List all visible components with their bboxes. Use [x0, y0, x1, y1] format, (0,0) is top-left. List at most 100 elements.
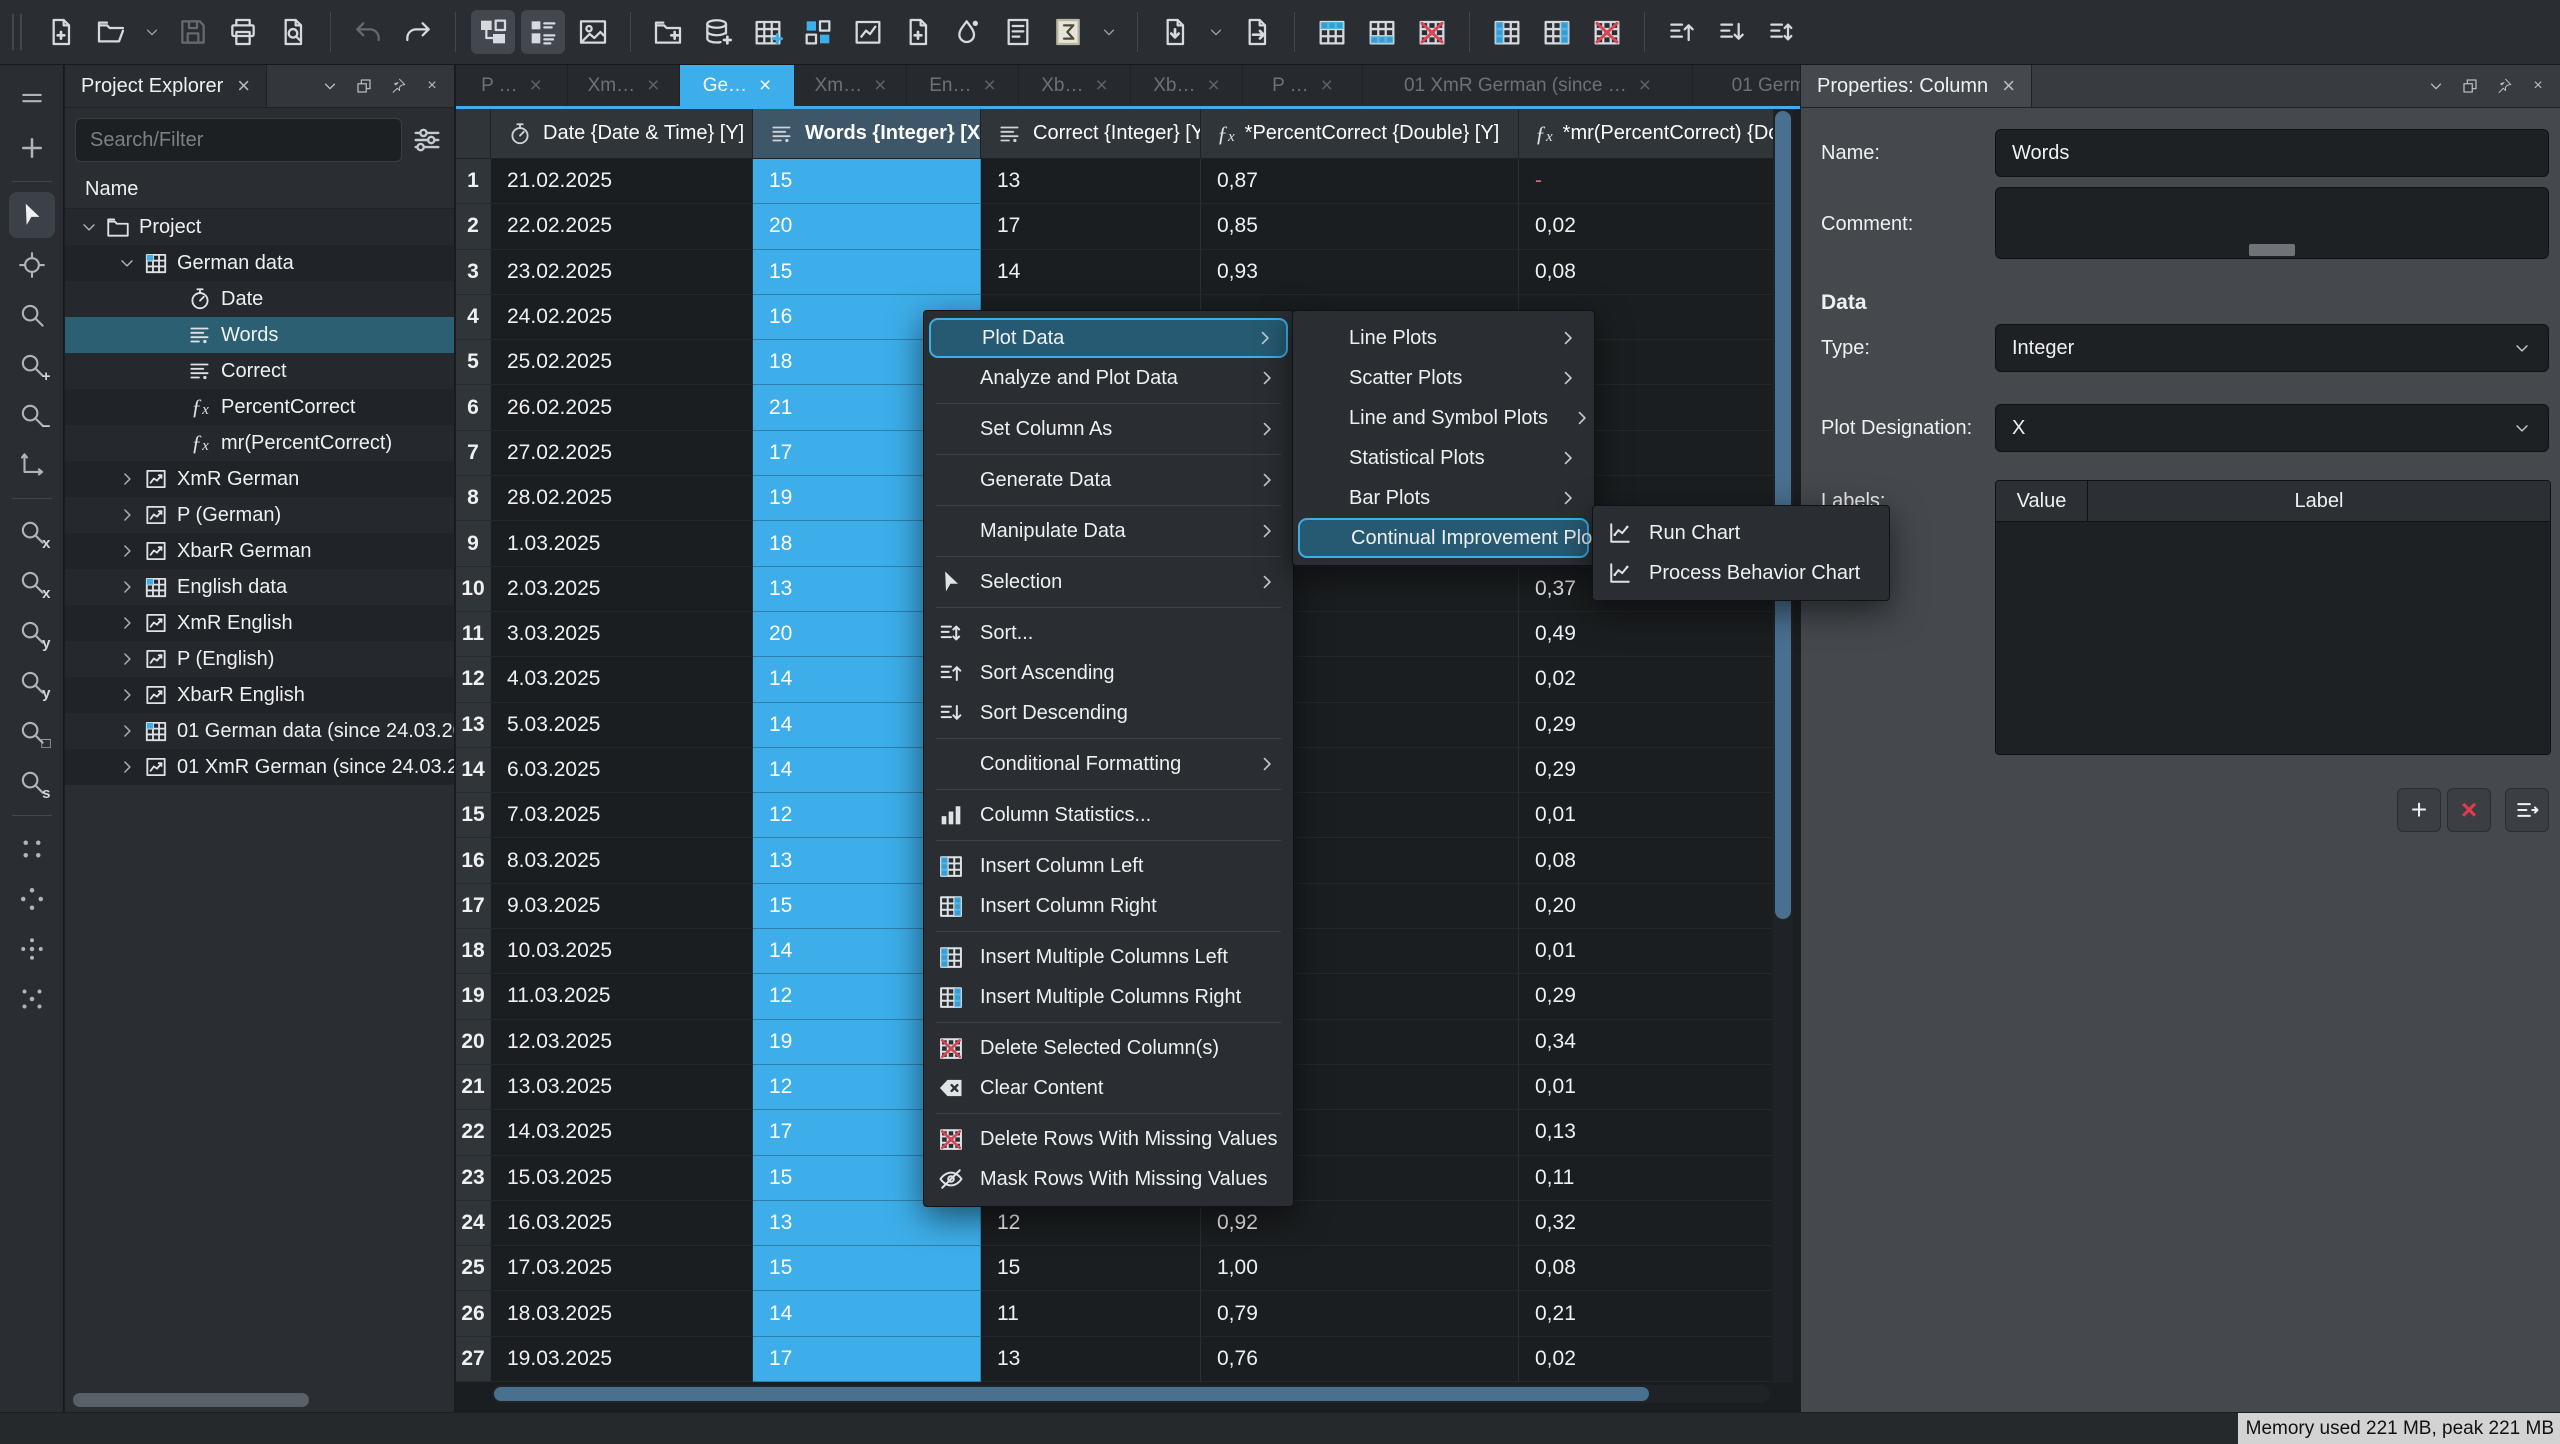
- close-icon[interactable]: ×: [2002, 73, 2015, 99]
- row-number-cell[interactable]: 25: [456, 1246, 491, 1291]
- menu-item-bar-plots[interactable]: Bar Plots: [1293, 478, 1594, 518]
- data-cell[interactable]: 11: [981, 1291, 1201, 1336]
- float-button[interactable]: [350, 72, 378, 100]
- type-combobox[interactable]: Integer: [1995, 324, 2549, 372]
- document-tab[interactable]: 01 XmR German (since … ×: [1363, 65, 1693, 106]
- chevron-down-icon[interactable]: [117, 253, 137, 273]
- document-tab[interactable]: Xb… ×: [1019, 65, 1131, 106]
- data-cell[interactable]: 0,49: [1519, 612, 1777, 657]
- row-number-cell[interactable]: 27: [456, 1337, 491, 1382]
- zoom-out-x-button[interactable]: x: [9, 559, 55, 605]
- menu-item-set-column-as[interactable]: Set Column As: [924, 409, 1293, 449]
- data-cell[interactable]: 0,01: [1519, 929, 1777, 974]
- data-cell[interactable]: 0,76: [1201, 1337, 1519, 1382]
- data-cell[interactable]: 0,79: [1201, 1291, 1519, 1336]
- project-explorer-tab[interactable]: Project Explorer ×: [65, 65, 267, 107]
- undo-button[interactable]: [346, 10, 390, 54]
- chevron-right-icon[interactable]: [117, 577, 137, 597]
- data-cell[interactable]: 15: [753, 159, 981, 204]
- crosshair-mode-button[interactable]: [9, 242, 55, 288]
- pin-button[interactable]: [384, 72, 412, 100]
- row-number-cell[interactable]: 4: [456, 295, 491, 340]
- toggle-project-explorer-button[interactable]: [471, 10, 515, 54]
- data-cell[interactable]: 0,93: [1201, 250, 1519, 295]
- close-icon[interactable]: ×: [1321, 74, 1333, 98]
- row-number-cell[interactable]: 12: [456, 657, 491, 702]
- new-worksheet-button[interactable]: [846, 10, 890, 54]
- plot-designation-combobox[interactable]: X: [1995, 404, 2549, 452]
- data-cell[interactable]: 13.03.2025: [491, 1065, 753, 1110]
- toolbar-grip[interactable]: [12, 14, 22, 50]
- row-number-cell[interactable]: 5: [456, 340, 491, 385]
- data-cell[interactable]: 0,92: [1201, 1201, 1519, 1246]
- menu-item-continual-improvement-plots[interactable]: Continual Improvement Plots: [1298, 518, 1589, 558]
- batch-edit-button[interactable]: [2505, 788, 2549, 832]
- close-icon[interactable]: ×: [874, 74, 886, 98]
- column-header-2[interactable]: Words {Integer} [X]: [753, 109, 981, 159]
- data-cell[interactable]: 22.02.2025: [491, 204, 753, 249]
- chevron-right-icon[interactable]: [117, 721, 137, 741]
- data-cell[interactable]: 17: [753, 1337, 981, 1382]
- menu-item-column-statistics-[interactable]: Column Statistics...: [924, 795, 1293, 835]
- data-cell[interactable]: 26.02.2025: [491, 385, 753, 430]
- row-number-cell[interactable]: 11: [456, 612, 491, 657]
- document-tab[interactable]: 01 German data (since … ×: [1693, 65, 1800, 106]
- new-project-button[interactable]: [39, 10, 83, 54]
- column-name-input[interactable]: [1995, 129, 2549, 177]
- data-cell[interactable]: 17.03.2025: [491, 1246, 753, 1291]
- row-number-cell[interactable]: 26: [456, 1291, 491, 1336]
- search-input[interactable]: Search/Filter: [75, 118, 402, 162]
- data-cell[interactable]: 10.03.2025: [491, 929, 753, 974]
- row-number-cell[interactable]: 20: [456, 1020, 491, 1065]
- zoom-select-mode-button[interactable]: [9, 292, 55, 338]
- print-preview-button[interactable]: [271, 10, 315, 54]
- close-icon[interactable]: ×: [759, 74, 771, 98]
- data-cell[interactable]: 21.02.2025: [491, 159, 753, 204]
- print-button[interactable]: [221, 10, 265, 54]
- row-number-cell[interactable]: 13: [456, 703, 491, 748]
- data-cell[interactable]: 28.02.2025: [491, 476, 753, 521]
- open-recent-chevron-button[interactable]: [139, 10, 165, 54]
- column-header-5[interactable]: ƒx*mr(PercentCorrect) {Double} [Y]: [1519, 109, 1777, 159]
- column-header-3[interactable]: Correct {Integer} [Y]: [981, 109, 1201, 159]
- tree-item-xbarr-english[interactable]: XbarR English: [65, 677, 454, 713]
- close-icon[interactable]: ×: [983, 74, 995, 98]
- export-image-button[interactable]: [571, 10, 615, 54]
- data-cell[interactable]: 0,85: [1201, 204, 1519, 249]
- zoom-in-y-button[interactable]: y: [9, 609, 55, 655]
- data-cell[interactable]: -: [1519, 159, 1777, 204]
- data-cell[interactable]: 13: [981, 159, 1201, 204]
- data-cell[interactable]: 0,87: [1201, 159, 1519, 204]
- zoom-out-y-button[interactable]: y: [9, 659, 55, 705]
- sort-ascending-button[interactable]: [1660, 10, 1704, 54]
- menu-down-button[interactable]: [2422, 72, 2450, 100]
- row-number-cell[interactable]: 15: [456, 793, 491, 838]
- chevron-right-icon[interactable]: [117, 649, 137, 669]
- tree-item-xbarr-german[interactable]: XbarR German: [65, 533, 454, 569]
- value-column-header[interactable]: Value: [1996, 481, 2088, 521]
- data-cell[interactable]: 15.03.2025: [491, 1156, 753, 1201]
- new-spreadsheet-button[interactable]: [746, 10, 790, 54]
- remove-columns-button[interactable]: [1585, 10, 1629, 54]
- close-icon[interactable]: ×: [1639, 74, 1651, 98]
- add-aspect-button[interactable]: [9, 125, 55, 171]
- comment-textarea[interactable]: [1995, 187, 2549, 259]
- row-number-cell[interactable]: 16: [456, 838, 491, 883]
- close-icon[interactable]: ×: [1095, 74, 1107, 98]
- menu-item-analyze-and-plot-data[interactable]: Analyze and Plot Data: [924, 358, 1293, 398]
- row-number-cell[interactable]: 24: [456, 1201, 491, 1246]
- data-cell[interactable]: 25.02.2025: [491, 340, 753, 385]
- data-cell[interactable]: 15: [753, 250, 981, 295]
- chevron-right-icon[interactable]: [117, 469, 137, 489]
- menu-item-statistical-plots[interactable]: Statistical Plots: [1293, 438, 1594, 478]
- data-cell[interactable]: 27.02.2025: [491, 431, 753, 476]
- menu-item-mask-rows-with-missing-values[interactable]: Mask Rows With Missing Values: [924, 1159, 1293, 1199]
- tree-item-mr-percentcorrect-[interactable]: ƒxmr(PercentCorrect): [65, 425, 454, 461]
- row-number-cell[interactable]: 7: [456, 431, 491, 476]
- notebook-chevron-button[interactable]: [1096, 10, 1122, 54]
- remove-label-button[interactable]: ×: [2447, 788, 2491, 832]
- close-icon[interactable]: ×: [237, 73, 250, 99]
- row-number-cell[interactable]: 6: [456, 385, 491, 430]
- data-cell[interactable]: 0,11: [1519, 1156, 1777, 1201]
- document-tab[interactable]: Xm… ×: [795, 65, 907, 106]
